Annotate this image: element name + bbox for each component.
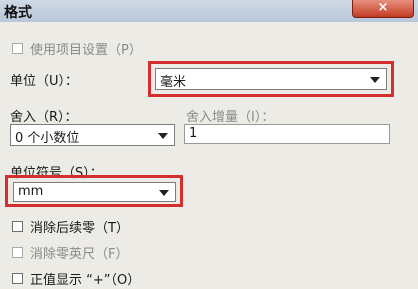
close-icon: × (377, 0, 389, 15)
rounding-dropdown-value: 0 个小数位 (15, 131, 80, 146)
chevron-down-icon (158, 133, 168, 139)
dialog-title: 格式 (4, 5, 32, 21)
rounding-increment-field[interactable]: 1 (184, 124, 390, 144)
use-project-settings-label: 使用项目设置（P） (30, 43, 142, 58)
suppress-trailing-zeros-checkbox[interactable] (12, 221, 23, 232)
show-plus-sign-checkbox[interactable] (12, 273, 23, 284)
rounding-label: 舍入（R）： (10, 110, 78, 125)
rounding-increment-value: 1 (189, 126, 198, 141)
unit-highlight-box (148, 61, 394, 97)
suppress-zero-feet-checkbox[interactable] (12, 247, 23, 258)
rounding-dropdown[interactable]: 0 个小数位 (10, 124, 175, 146)
suppress-zero-feet-label: 消除零英尺（F） (30, 247, 129, 262)
title-bar: 格式 × (0, 0, 418, 22)
show-plus-sign-label: 正值显示 “+”（O） (30, 273, 141, 288)
unit-symbol-highlight-box (5, 175, 183, 207)
suppress-trailing-zeros-label: 消除后续零（T） (30, 221, 129, 236)
rounding-increment-label: 舍入增量（I）： (186, 110, 275, 125)
unit-label: 单位（U）： (10, 74, 79, 89)
use-project-settings-checkbox[interactable] (12, 43, 23, 54)
dialog-body: 使用项目设置（P） 单位（U）： 毫米 舍入（R）： 0 个小数位 舍入增量（I… (0, 22, 418, 289)
close-button[interactable]: × (352, 0, 414, 18)
